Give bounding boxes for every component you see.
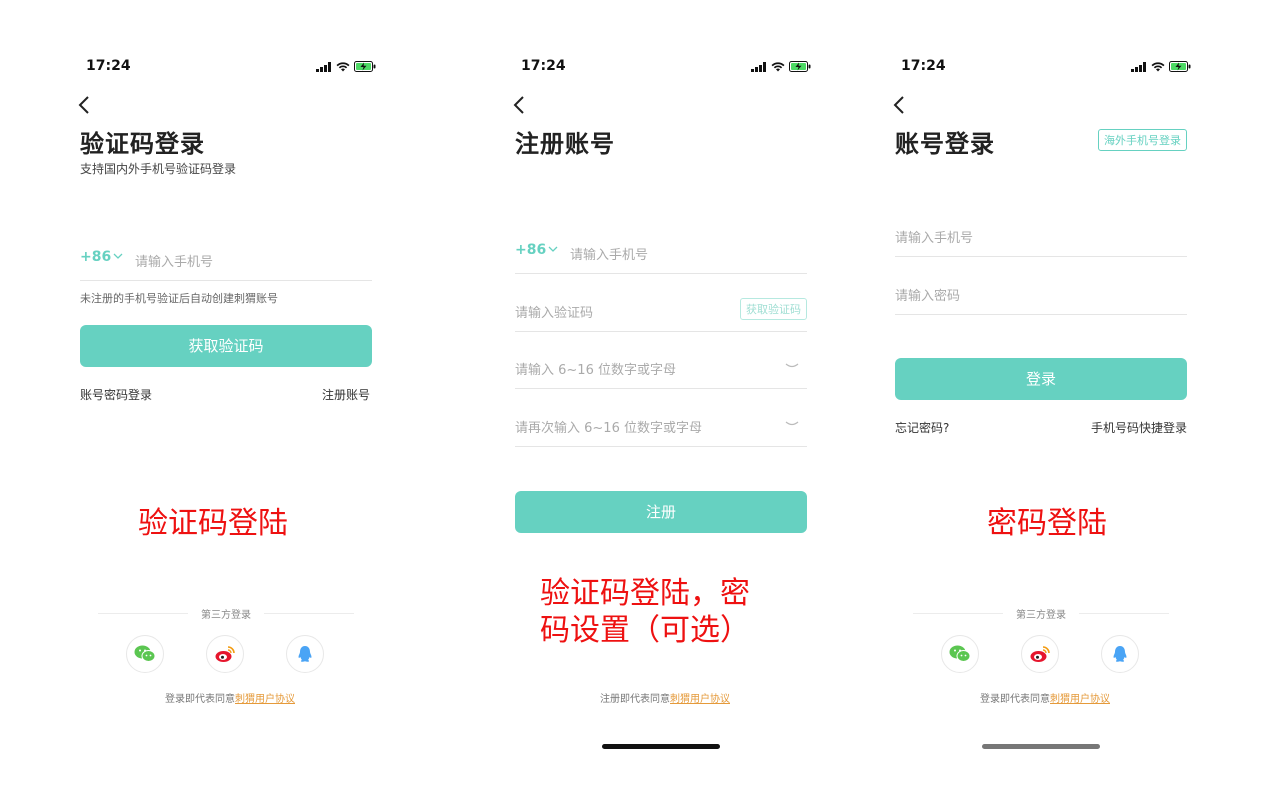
phone-input[interactable]: 请输入手机号 bbox=[570, 244, 648, 263]
wechat-icon bbox=[949, 645, 971, 662]
chevron-down-icon[interactable] bbox=[113, 252, 123, 260]
weibo-login-button[interactable] bbox=[206, 635, 244, 673]
battery-charging-icon bbox=[1169, 61, 1191, 72]
status-bar: 17:24 bbox=[895, 58, 1195, 78]
annotation-label: 验证码登陆 bbox=[138, 506, 288, 541]
screen-register: 17:24 注册账号 +86 请输入手机号 请输入验证码 获取验证码 请输入 6… bbox=[495, 0, 835, 809]
password-input[interactable]: 请输入密码 bbox=[895, 285, 960, 304]
signal-icon bbox=[751, 61, 766, 72]
confirm-password-input[interactable]: 请再次输入 6~16 位数字或字母 bbox=[515, 417, 702, 436]
status-bar: 17:24 bbox=[80, 58, 380, 78]
screen-account-login: 17:24 账号登录 海外手机号登录 请输入手机号 请输入密码 登录 忘记密码?… bbox=[875, 0, 1215, 809]
battery-charging-icon bbox=[789, 61, 811, 72]
status-time: 17:24 bbox=[901, 58, 946, 74]
auto-register-hint: 未注册的手机号验证后自动创建刺猬账号 bbox=[80, 292, 278, 305]
phone-field[interactable]: +86 请输入手机号 bbox=[80, 237, 372, 281]
status-bar: 17:24 bbox=[515, 58, 815, 78]
third-party-divider: 第三方登录 bbox=[98, 604, 354, 624]
user-agreement-link[interactable]: 刺猬用户协议 bbox=[235, 694, 295, 705]
password-input[interactable]: 请输入 6~16 位数字或字母 bbox=[515, 359, 676, 378]
back-chevron-icon[interactable] bbox=[511, 94, 531, 116]
signal-icon bbox=[1131, 61, 1146, 72]
get-code-button[interactable]: 获取验证码 bbox=[80, 325, 372, 367]
user-agreement-link[interactable]: 刺猬用户协议 bbox=[670, 694, 730, 705]
chevron-down-icon[interactable] bbox=[548, 245, 558, 253]
country-code[interactable]: +86 bbox=[515, 242, 546, 258]
signal-icon bbox=[316, 61, 331, 72]
qq-icon bbox=[1113, 646, 1127, 662]
terms-notice: 登录即代表同意刺猬用户协议 bbox=[980, 694, 1110, 705]
user-agreement-link[interactable]: 刺猬用户协议 bbox=[1050, 694, 1110, 705]
register-link[interactable]: 注册账号 bbox=[322, 386, 370, 403]
phone-input[interactable]: 请输入手机号 bbox=[895, 227, 973, 246]
wifi-icon bbox=[336, 61, 350, 71]
social-login-row bbox=[126, 635, 326, 675]
back-chevron-icon[interactable] bbox=[891, 94, 911, 116]
phone-field[interactable]: 请输入手机号 bbox=[895, 213, 1187, 257]
phone-input[interactable]: 请输入手机号 bbox=[135, 251, 213, 270]
home-indicator[interactable] bbox=[982, 744, 1100, 749]
social-login-row bbox=[941, 635, 1141, 675]
status-time: 17:24 bbox=[521, 58, 566, 74]
terms-notice: 登录即代表同意刺猬用户协议 bbox=[165, 694, 295, 705]
page-title: 验证码登录 bbox=[80, 130, 205, 158]
third-party-divider: 第三方登录 bbox=[913, 604, 1169, 624]
page-title: 注册账号 bbox=[515, 130, 615, 158]
get-code-button[interactable]: 获取验证码 bbox=[740, 298, 807, 320]
weibo-icon bbox=[1030, 646, 1050, 662]
weibo-icon bbox=[215, 646, 235, 662]
page-title: 账号登录 bbox=[895, 130, 995, 158]
qq-icon bbox=[298, 646, 312, 662]
code-field[interactable]: 请输入验证码 获取验证码 bbox=[515, 288, 807, 332]
login-button[interactable]: 登录 bbox=[895, 358, 1187, 400]
overseas-login-button[interactable]: 海外手机号登录 bbox=[1098, 129, 1187, 151]
forgot-password-link[interactable]: 忘记密码? bbox=[895, 419, 949, 436]
eye-closed-icon[interactable] bbox=[785, 421, 799, 427]
password-field[interactable]: 请输入密码 bbox=[895, 271, 1187, 315]
qq-login-button[interactable] bbox=[1101, 635, 1139, 673]
phone-field[interactable]: +86 请输入手机号 bbox=[515, 230, 807, 274]
home-indicator[interactable] bbox=[602, 744, 720, 749]
confirm-password-field[interactable]: 请再次输入 6~16 位数字或字母 bbox=[515, 403, 807, 447]
eye-closed-icon[interactable] bbox=[785, 363, 799, 369]
battery-charging-icon bbox=[354, 61, 376, 72]
qq-login-button[interactable] bbox=[286, 635, 324, 673]
wechat-icon bbox=[134, 645, 156, 662]
terms-notice: 注册即代表同意刺猬用户协议 bbox=[600, 694, 730, 705]
password-field[interactable]: 请输入 6~16 位数字或字母 bbox=[515, 345, 807, 389]
register-button[interactable]: 注册 bbox=[515, 491, 807, 533]
wifi-icon bbox=[771, 61, 785, 71]
wechat-login-button[interactable] bbox=[941, 635, 979, 673]
back-chevron-icon[interactable] bbox=[76, 94, 96, 116]
screen-verification-login: 17:24 验证码登录 支持国内外手机号验证码登录 +86 请输入手机号 未注册… bbox=[60, 0, 400, 809]
code-input[interactable]: 请输入验证码 bbox=[515, 302, 593, 321]
quick-login-link[interactable]: 手机号码快捷登录 bbox=[1091, 419, 1187, 436]
country-code[interactable]: +86 bbox=[80, 249, 111, 265]
annotation-label: 验证码登陆，密 码设置（可选） bbox=[540, 576, 750, 648]
annotation-label: 密码登陆 bbox=[987, 506, 1107, 541]
page-subtitle: 支持国内外手机号验证码登录 bbox=[80, 162, 237, 176]
weibo-login-button[interactable] bbox=[1021, 635, 1059, 673]
wifi-icon bbox=[1151, 61, 1165, 71]
wechat-login-button[interactable] bbox=[126, 635, 164, 673]
status-time: 17:24 bbox=[86, 58, 131, 74]
password-login-link[interactable]: 账号密码登录 bbox=[80, 386, 152, 403]
